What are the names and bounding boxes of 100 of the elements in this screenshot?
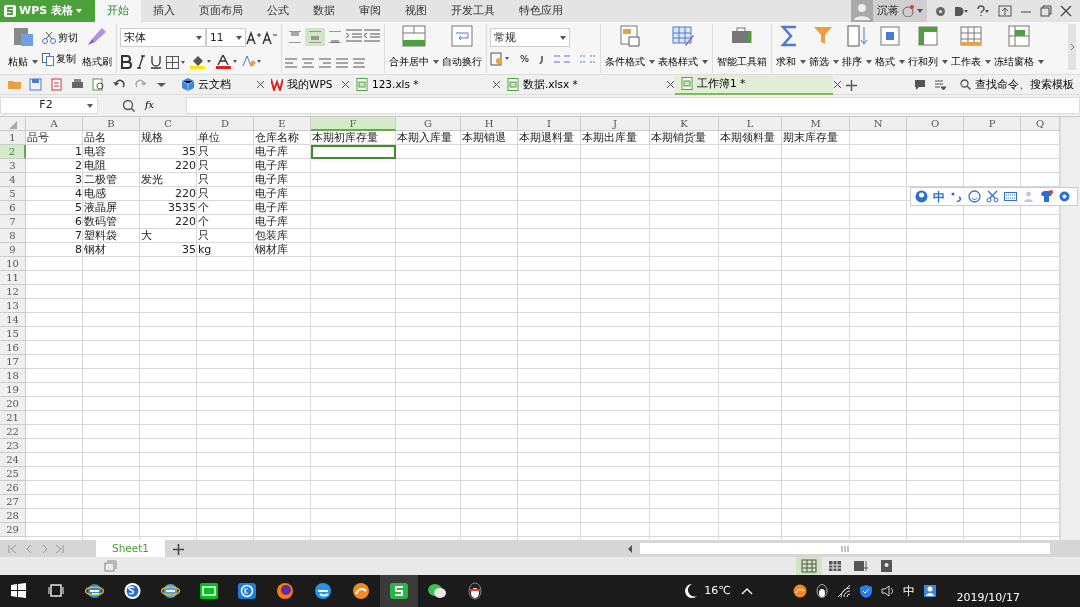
- ribbon-button[interactable]: 智能工具箱: [716, 24, 769, 70]
- percent-button[interactable]: %: [518, 49, 532, 69]
- ribbon-button[interactable]: 自动换行: [441, 24, 483, 70]
- borders-icon[interactable]: [166, 55, 186, 69]
- ribbon-button[interactable]: 格式刷: [81, 24, 113, 70]
- column-header[interactable]: D: [197, 117, 254, 131]
- export-pdf-icon[interactable]: [50, 78, 63, 91]
- shirt-icon[interactable]: [1040, 190, 1053, 203]
- print-preview-icon[interactable]: [92, 78, 105, 91]
- menu-tab[interactable]: 视图: [393, 0, 439, 22]
- settings-icon[interactable]: [935, 5, 946, 17]
- ribbon-button[interactable]: 工作表: [950, 24, 993, 70]
- row-header[interactable]: 18: [0, 369, 26, 383]
- number-format-dropdown[interactable]: 常规: [490, 28, 570, 47]
- comment-icon[interactable]: [914, 78, 926, 91]
- row-header[interactable]: 27: [0, 495, 26, 509]
- column-header[interactable]: J: [581, 117, 650, 131]
- row-header[interactable]: 2: [0, 145, 26, 159]
- row-header[interactable]: 29: [0, 523, 26, 537]
- column-header[interactable]: G: [396, 117, 461, 131]
- upload-icon[interactable]: [998, 5, 1012, 17]
- theme-icon[interactable]: [954, 5, 968, 17]
- row-header[interactable]: 25: [0, 467, 26, 481]
- input-method-logo-icon[interactable]: [915, 190, 928, 203]
- row-header[interactable]: 16: [0, 341, 26, 355]
- row-header[interactable]: 21: [0, 411, 26, 425]
- tray-app-icon[interactable]: [792, 584, 807, 598]
- menu-tab[interactable]: 插入: [141, 0, 187, 22]
- punctuation-icon[interactable]: [950, 190, 963, 203]
- close-icon[interactable]: [492, 80, 501, 89]
- selected-cell[interactable]: [311, 145, 396, 159]
- row-header[interactable]: 26: [0, 481, 26, 495]
- row-header[interactable]: 22: [0, 425, 26, 439]
- scissors-icon[interactable]: [986, 190, 999, 203]
- font-color-icon[interactable]: [216, 55, 238, 69]
- row-header[interactable]: 14: [0, 313, 26, 327]
- row-header[interactable]: 6: [0, 201, 26, 215]
- row-header[interactable]: 15: [0, 327, 26, 341]
- insert-function-button[interactable]: fx: [143, 95, 156, 116]
- contact-icon[interactable]: [922, 584, 937, 598]
- sheet-tab[interactable]: Sheet1: [96, 540, 166, 557]
- currency-format-icon[interactable]: [490, 52, 510, 66]
- ribbon-button[interactable]: 合并居中: [388, 24, 440, 70]
- view-mode-button[interactable]: [796, 557, 822, 575]
- row-header[interactable]: 11: [0, 271, 26, 285]
- underline-icon[interactable]: [150, 55, 162, 69]
- column-header[interactable]: I: [518, 117, 581, 131]
- column-header[interactable]: L: [719, 117, 782, 131]
- ribbon-button[interactable]: 行和列: [907, 24, 950, 70]
- column-header[interactable]: K: [650, 117, 719, 131]
- new-tab-icon[interactable]: [846, 79, 857, 91]
- add-sheet-icon[interactable]: [173, 543, 185, 555]
- row-header[interactable]: 10: [0, 257, 26, 271]
- scroll-left-icon[interactable]: [626, 543, 634, 554]
- chevron-up-icon[interactable]: [740, 587, 753, 595]
- close-icon[interactable]: [666, 80, 675, 89]
- language-toggle[interactable]: 中: [933, 187, 945, 206]
- speaker-icon[interactable]: [880, 584, 895, 598]
- comma-style-icon[interactable]: [539, 54, 546, 64]
- column-header[interactable]: Q: [1021, 117, 1060, 131]
- menu-tab[interactable]: 开始: [95, 0, 141, 22]
- row-header[interactable]: 24: [0, 453, 26, 467]
- column-header[interactable]: H: [461, 117, 518, 131]
- document-tab[interactable]: 123.xls *: [350, 74, 492, 95]
- copy-button[interactable]: 复制: [40, 49, 80, 69]
- row-header[interactable]: 4: [0, 173, 26, 187]
- column-header[interactable]: E: [254, 117, 311, 131]
- help-icon[interactable]: [976, 5, 990, 17]
- row-header[interactable]: 1: [0, 131, 26, 145]
- document-tab[interactable]: 我的WPS: [265, 74, 341, 95]
- close-icon[interactable]: [256, 80, 265, 89]
- formula-input-field[interactable]: [185, 97, 1080, 114]
- search-command-field[interactable]: 查找命令、搜索模板: [954, 74, 1080, 95]
- row-header[interactable]: 13: [0, 299, 26, 313]
- ribbon-button[interactable]: 格式: [874, 24, 907, 70]
- menu-tab[interactable]: 开发工具: [439, 0, 507, 22]
- column-header[interactable]: P: [964, 117, 1021, 131]
- font-name-dropdown[interactable]: 宋体: [120, 28, 206, 47]
- document-tab[interactable]: 数据.xlsx *: [501, 74, 666, 95]
- menu-tab[interactable]: 页面布局: [187, 0, 255, 22]
- list-dropdown-icon[interactable]: [934, 79, 946, 91]
- document-tab[interactable]: 工作簿1 *: [675, 74, 833, 95]
- ribbon-button[interactable]: 粘贴: [7, 24, 39, 70]
- column-header[interactable]: B: [83, 117, 140, 131]
- zoom-icon[interactable]: [122, 99, 135, 112]
- close-icon[interactable]: [833, 80, 842, 89]
- input-method-indicator[interactable]: 中: [902, 582, 915, 600]
- vertical-scrollbar[interactable]: [1060, 117, 1080, 540]
- document-tab[interactable]: 云文档: [176, 74, 256, 95]
- menu-tab[interactable]: 数据: [301, 0, 347, 22]
- taskbar-app-button[interactable]: [380, 575, 418, 607]
- font-size-dropdown[interactable]: 11: [206, 28, 246, 47]
- shield-icon[interactable]: [858, 584, 873, 598]
- row-header[interactable]: 7: [0, 215, 26, 229]
- row-header[interactable]: 3: [0, 159, 26, 173]
- row-header[interactable]: 9: [0, 243, 26, 257]
- close-icon[interactable]: [1060, 5, 1072, 17]
- name-box[interactable]: F2: [0, 97, 98, 114]
- horizontal-scrollbar[interactable]: [640, 543, 1050, 554]
- menu-tab[interactable]: 特色应用: [507, 0, 575, 22]
